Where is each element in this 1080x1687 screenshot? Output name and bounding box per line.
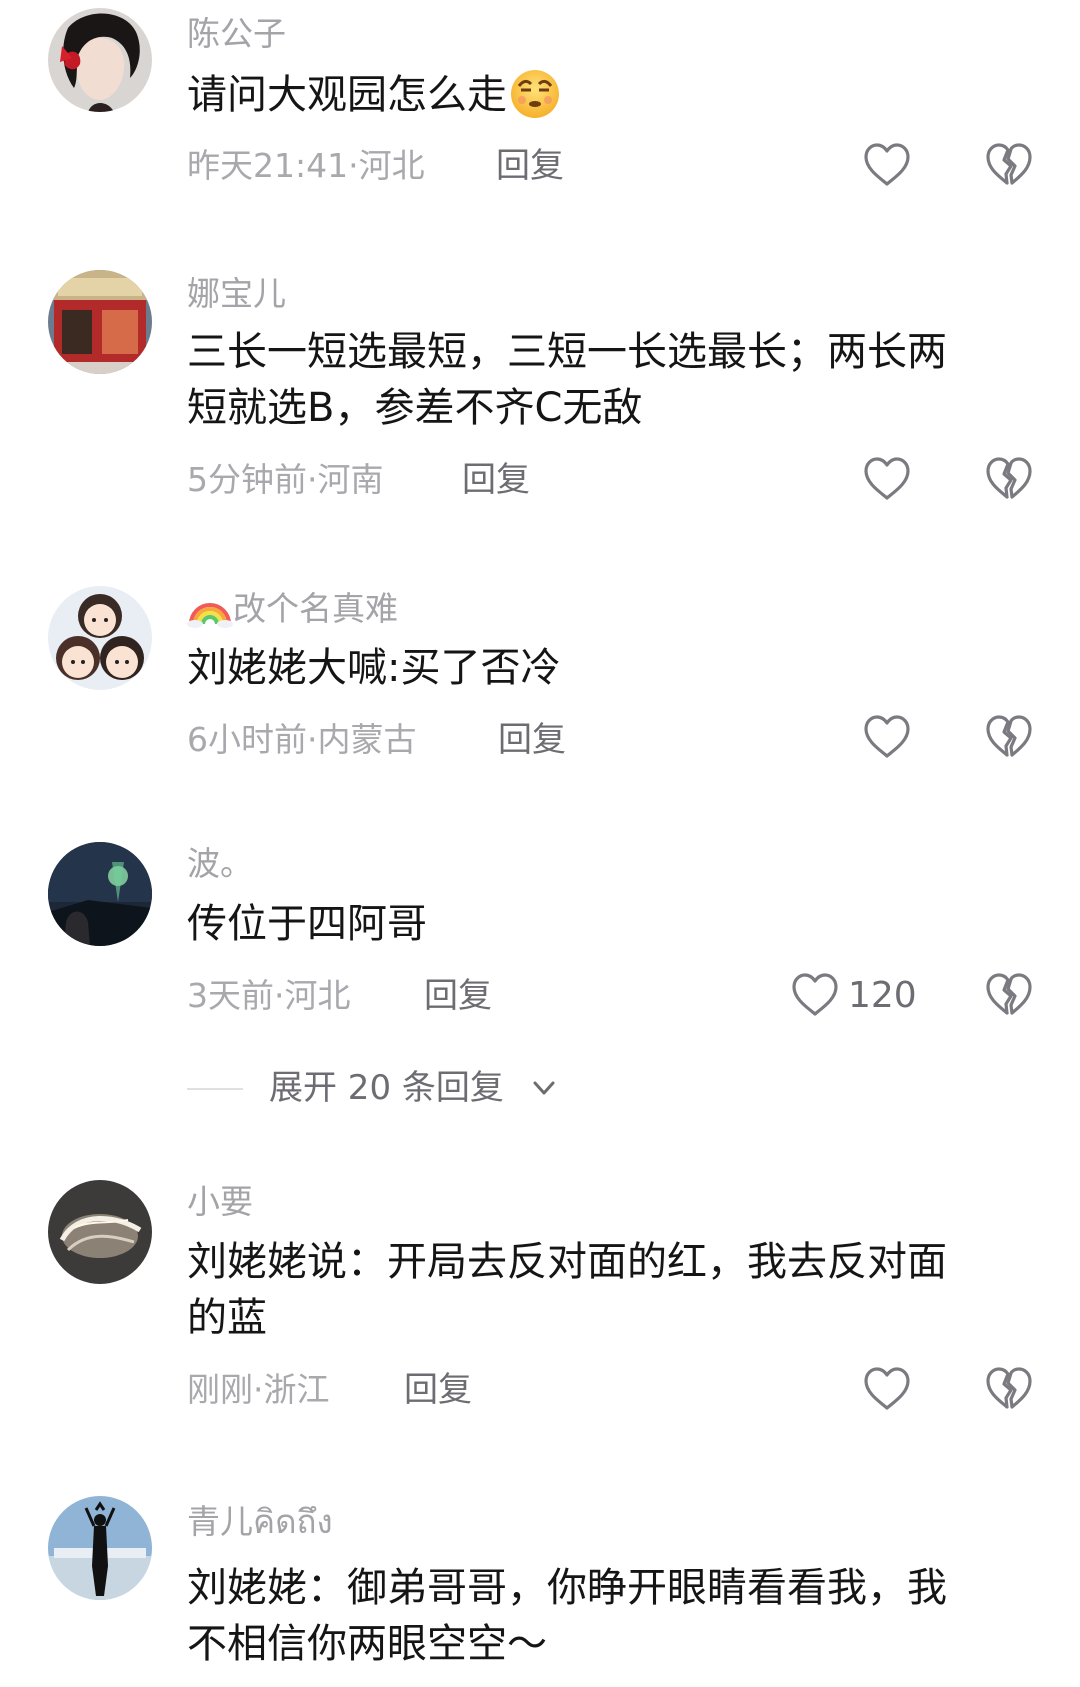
comment-username[interactable]: 波。 xyxy=(187,844,253,884)
comment-text-line: 不相信你两眼空空～ xyxy=(187,1621,547,1667)
comment-username[interactable]: 小要 xyxy=(187,1182,253,1222)
comment-username[interactable]: 娜宝儿 xyxy=(187,274,286,314)
comment-meta: 5分钟前·河南 xyxy=(187,460,384,499)
chevron-down-icon xyxy=(529,1074,559,1102)
comment-meta: 6小时前·内蒙古 xyxy=(187,720,417,759)
heart-outline-icon[interactable] xyxy=(862,456,912,502)
avatar[interactable] xyxy=(48,270,152,374)
comment-text: 传位于四阿哥 xyxy=(187,896,1017,952)
comment-text-line: 的蓝 xyxy=(187,1295,267,1341)
comment-text-body: 刘姥姥大喊:买了否冷 xyxy=(187,645,561,691)
broken-heart-icon[interactable] xyxy=(984,714,1034,760)
comment-text-body: 请问大观园怎么走 xyxy=(187,72,507,118)
comment-username[interactable]: 青儿คิดถึง xyxy=(187,1502,333,1542)
comment-text-line: 刘姥姥说：开局去反对面的红，我去反对面 xyxy=(187,1239,947,1285)
avatar[interactable] xyxy=(48,1496,152,1600)
broken-heart-icon[interactable] xyxy=(984,1366,1034,1412)
like-count: 120 xyxy=(848,975,917,1016)
comment-text-body: 传位于四阿哥 xyxy=(187,901,427,947)
comment-text-line: 短就选B，参差不齐C无敌 xyxy=(187,385,643,431)
comment-username[interactable]: 改个名真难 xyxy=(187,588,398,629)
comment-username[interactable]: 陈公子 xyxy=(187,14,286,54)
avatar[interactable] xyxy=(48,842,152,946)
broken-heart-icon[interactable] xyxy=(984,972,1034,1018)
broken-heart-icon[interactable] xyxy=(984,142,1034,188)
comment-text: 刘姥姥：御弟哥哥，你睁开眼睛看看我，我 不相信你两眼空空～ xyxy=(187,1560,1017,1672)
comment-meta: 刚刚·浙江 xyxy=(187,1370,330,1409)
comment-meta: 3天前·河北 xyxy=(187,976,351,1015)
comment-text-line: 刘姥姥：御弟哥哥，你睁开眼睛看看我，我 xyxy=(187,1565,947,1611)
avatar[interactable] xyxy=(48,586,152,690)
comment-text: 刘姥姥说：开局去反对面的红，我去反对面 的蓝 xyxy=(187,1234,1017,1346)
reply-button[interactable]: 回复 xyxy=(496,146,564,186)
heart-outline-icon[interactable] xyxy=(862,714,912,760)
rainbow-emoji-icon xyxy=(187,588,233,628)
reply-button[interactable]: 回复 xyxy=(424,976,492,1016)
comment-text-line: 三长一短选最短，三短一长选最长；两长两 xyxy=(187,329,947,375)
comment-meta: 昨天21:41·河北 xyxy=(187,146,425,185)
comment-text: 三长一短选最短，三短一长选最长；两长两 短就选B，参差不齐C无敌 xyxy=(187,324,1017,436)
comment-text: 请问大观园怎么走 xyxy=(187,64,1017,123)
reply-button[interactable]: 回复 xyxy=(404,1370,472,1410)
comment-text: 刘姥姥大喊:买了否冷 xyxy=(187,640,1017,696)
smirking-face-emoji-icon xyxy=(507,64,563,120)
reply-button[interactable]: 回复 xyxy=(498,720,566,760)
avatar[interactable] xyxy=(48,1180,152,1284)
heart-outline-icon[interactable] xyxy=(790,972,840,1018)
divider xyxy=(187,1088,243,1090)
comment-username-text: 改个名真难 xyxy=(233,589,398,628)
avatar[interactable] xyxy=(48,8,152,112)
broken-heart-icon[interactable] xyxy=(984,456,1034,502)
heart-outline-icon[interactable] xyxy=(862,1366,912,1412)
reply-button[interactable]: 回复 xyxy=(462,460,530,500)
expand-replies-label: 展开 20 条回复 xyxy=(269,1068,504,1108)
heart-outline-icon[interactable] xyxy=(862,142,912,188)
